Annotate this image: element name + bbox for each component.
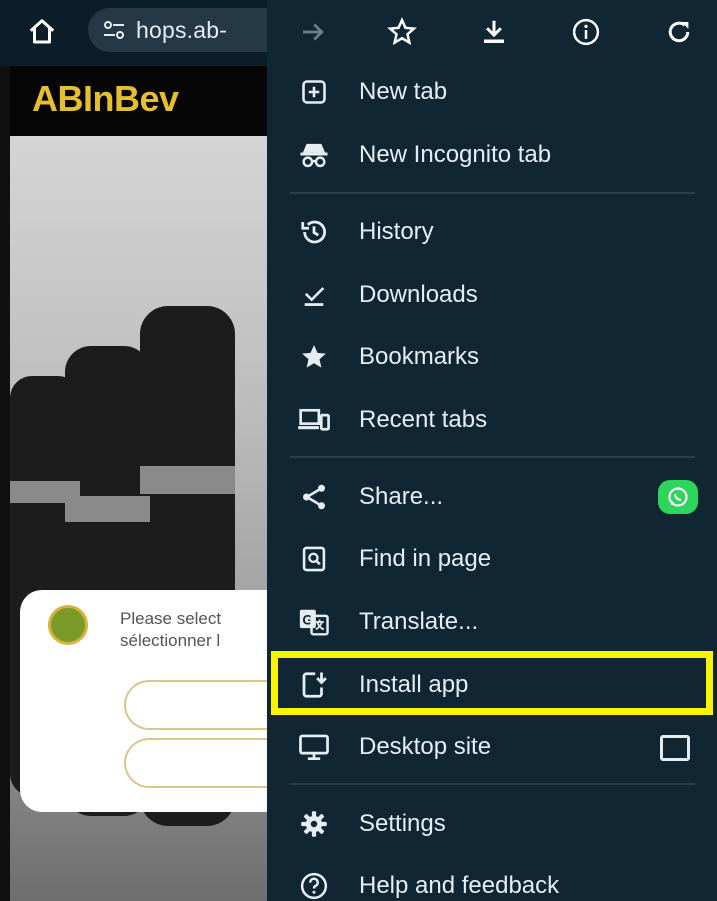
menu-divider bbox=[290, 783, 695, 785]
language-option-1[interactable] bbox=[124, 680, 274, 730]
menu-item-new-tab[interactable]: New tab bbox=[267, 64, 717, 120]
share-icon bbox=[297, 481, 331, 513]
menu-item-share[interactable]: Share... bbox=[267, 469, 717, 525]
menu-item-settings[interactable]: Settings bbox=[267, 796, 717, 852]
highlight-box bbox=[271, 651, 713, 715]
menu-item-bookmarks[interactable]: Bookmarks bbox=[267, 329, 717, 385]
whatsapp-share-button[interactable] bbox=[658, 480, 698, 514]
devices-icon bbox=[297, 404, 331, 436]
menu-item-new-incognito-tab[interactable]: New Incognito tab bbox=[267, 127, 717, 183]
download-page-button[interactable] bbox=[472, 10, 516, 54]
star-filled-icon bbox=[297, 341, 331, 373]
menu-toolbar bbox=[267, 0, 717, 62]
translate-icon: G bbox=[297, 606, 331, 638]
url-text: hops.ab- bbox=[136, 16, 228, 43]
site-settings-icon bbox=[104, 21, 124, 39]
star-icon bbox=[387, 17, 417, 46]
dialog-text-line-2: sélectionner l bbox=[120, 631, 221, 650]
menu-item-label: New Incognito tab bbox=[359, 141, 552, 168]
menu-item-find-in-page[interactable]: Find in page bbox=[267, 531, 717, 587]
language-option-2[interactable] bbox=[124, 738, 274, 788]
desktop-site-checkbox[interactable] bbox=[660, 735, 690, 761]
gear-icon bbox=[297, 808, 331, 840]
menu-item-label: History bbox=[359, 218, 434, 245]
bookmark-page-button[interactable] bbox=[380, 10, 424, 54]
home-button[interactable] bbox=[20, 12, 64, 52]
menu-item-downloads[interactable]: Downloads bbox=[267, 267, 717, 323]
menu-item-label: Translate... bbox=[359, 608, 479, 635]
forward-button[interactable] bbox=[291, 10, 335, 54]
menu-divider bbox=[290, 456, 695, 458]
menu-item-label: Settings bbox=[359, 810, 446, 837]
home-icon bbox=[29, 19, 55, 44]
history-icon bbox=[297, 216, 331, 248]
menu-item-label: Downloads bbox=[359, 281, 478, 308]
menu-item-translate[interactable]: G Translate... bbox=[267, 594, 717, 650]
forward-icon bbox=[303, 23, 324, 41]
menu-item-label: Desktop site bbox=[359, 733, 492, 760]
incognito-icon bbox=[297, 139, 331, 171]
help-icon bbox=[297, 870, 331, 901]
menu-item-label: Help and feedback bbox=[359, 872, 560, 899]
find-icon bbox=[297, 543, 331, 575]
brand-logo: ABInBev bbox=[32, 78, 179, 119]
dialog-text-line-1: Please select bbox=[120, 609, 222, 628]
refresh-button[interactable] bbox=[657, 10, 701, 54]
menu-item-label: Bookmarks bbox=[359, 343, 480, 370]
dialog-text: Please select sélectionner l bbox=[120, 608, 270, 652]
refresh-icon bbox=[668, 21, 690, 43]
avatar bbox=[48, 605, 88, 645]
menu-item-help-and-feedback[interactable]: Help and feedback bbox=[267, 858, 717, 901]
download-icon bbox=[484, 20, 504, 43]
downloads-icon bbox=[297, 279, 331, 311]
menu-item-recent-tabs[interactable]: Recent tabs bbox=[267, 392, 717, 448]
menu-item-label: Share... bbox=[359, 483, 444, 510]
menu-item-label: New tab bbox=[359, 78, 448, 105]
whatsapp-icon bbox=[668, 487, 688, 507]
menu-item-desktop-site[interactable]: Desktop site bbox=[267, 719, 717, 775]
desktop-icon bbox=[297, 731, 331, 763]
menu-item-history[interactable]: History bbox=[267, 204, 717, 260]
page-info-button[interactable] bbox=[564, 10, 608, 54]
info-icon bbox=[572, 18, 600, 46]
new-tab-icon bbox=[297, 76, 331, 108]
menu-divider bbox=[290, 192, 695, 194]
menu-item-label: Find in page bbox=[359, 545, 492, 572]
menu-item-label: Recent tabs bbox=[359, 406, 488, 433]
